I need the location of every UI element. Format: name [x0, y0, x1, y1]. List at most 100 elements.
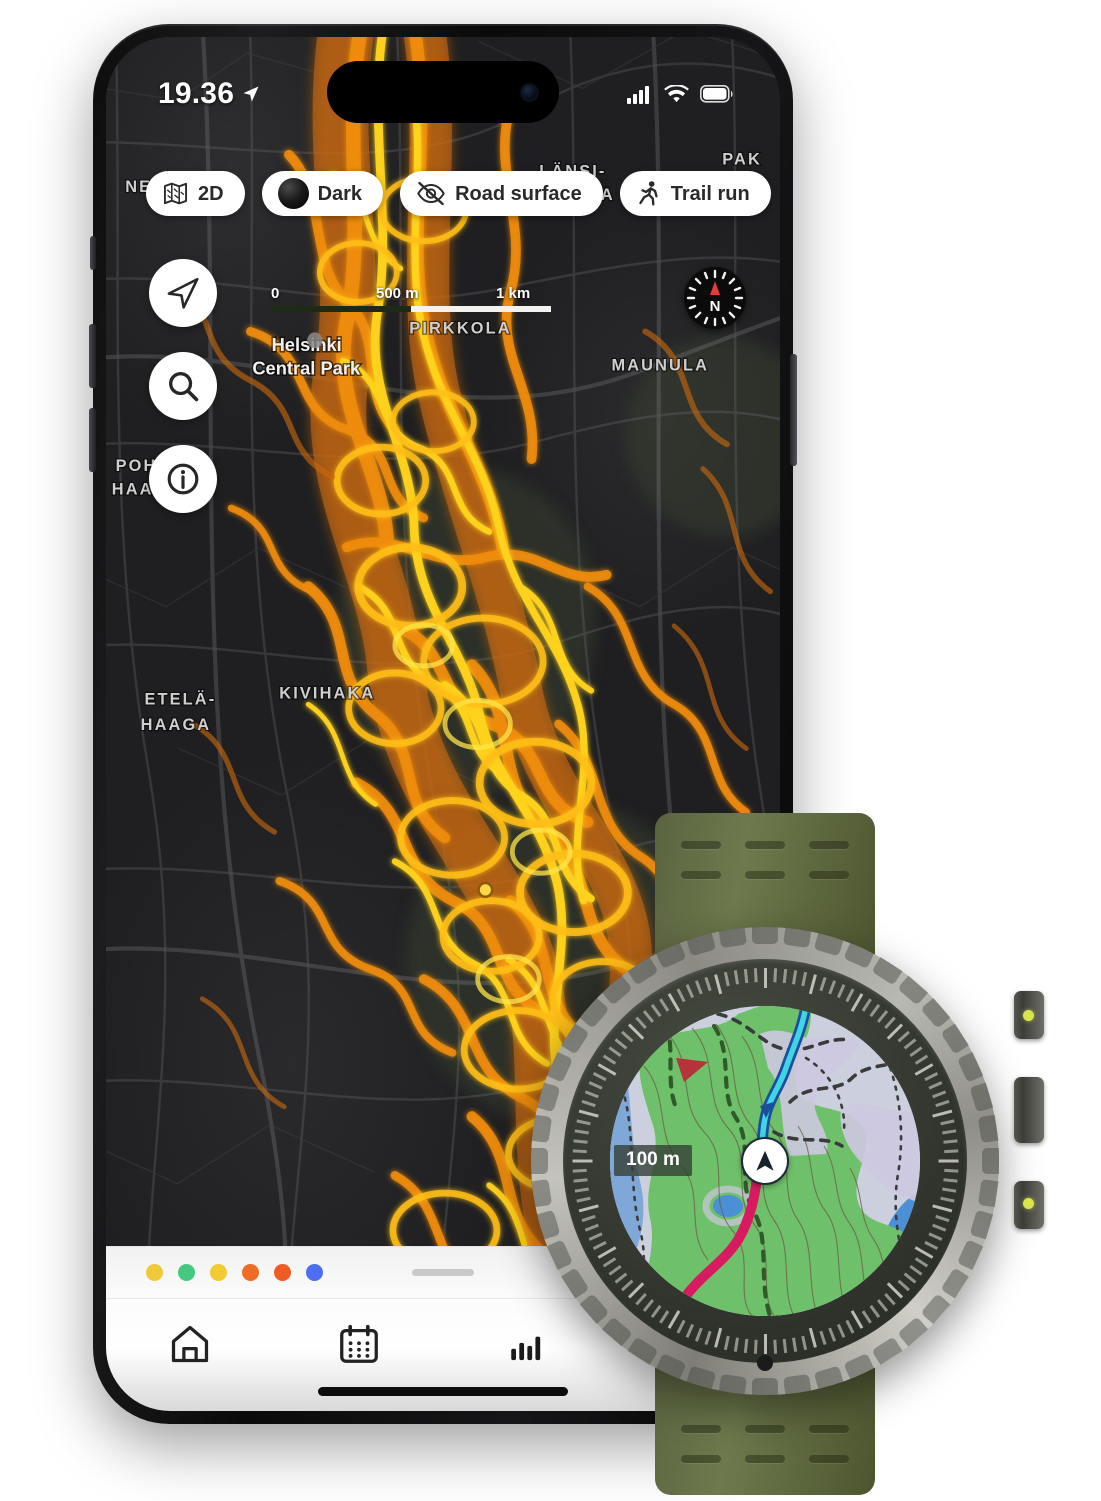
case-notch	[940, 1267, 969, 1299]
sheet-grabber-handle[interactable]	[412, 1269, 474, 1276]
bezel-tick	[572, 1178, 588, 1183]
bezel-tick	[575, 1196, 591, 1203]
map-control-buttons[interactable]	[149, 259, 217, 513]
bezel-tick	[844, 988, 854, 1003]
bezel-tick	[694, 1327, 703, 1342]
chip-label: Road surface	[455, 182, 582, 205]
bezel-tick	[800, 1335, 807, 1351]
compass-widget[interactable]: N	[684, 267, 746, 329]
bezel-tick	[578, 1109, 599, 1118]
bezel-tick	[703, 1330, 712, 1346]
color-dot[interactable]	[146, 1264, 163, 1281]
phone-power-button[interactable]	[790, 354, 797, 466]
case-notch	[579, 997, 610, 1029]
bezel-tick	[923, 1240, 938, 1250]
bezel-tick	[836, 1323, 845, 1338]
case-notch	[977, 1114, 999, 1143]
phone-silent-switch[interactable]	[90, 236, 96, 270]
color-dot[interactable]	[178, 1264, 195, 1281]
bezel-tick	[572, 1168, 587, 1173]
case-notch	[920, 1293, 951, 1325]
map-scale-bar: 0 500 m 1 km	[271, 285, 551, 312]
case-notch	[531, 1148, 548, 1174]
tab-calendar[interactable]	[275, 1321, 444, 1367]
color-dot[interactable]	[242, 1264, 259, 1281]
bezel-tick	[685, 1323, 694, 1338]
color-dot[interactable]	[210, 1264, 227, 1281]
color-dot[interactable]	[306, 1264, 323, 1281]
case-notch	[546, 1051, 574, 1083]
bezel-tick	[592, 1072, 607, 1082]
bezel-tick	[931, 1204, 952, 1213]
bezel-tick	[584, 1223, 599, 1232]
map-info-button[interactable]	[149, 445, 217, 513]
bezel-tick	[942, 1178, 958, 1183]
case-notch	[531, 1114, 553, 1143]
case-notch	[783, 927, 812, 949]
case-notch	[969, 1209, 994, 1240]
bezel-tick	[580, 1214, 596, 1223]
watch-scale-label: 100 m	[614, 1145, 692, 1176]
chip-label: Trail run	[670, 182, 750, 205]
watch-screen-map[interactable]: 100 m	[610, 1006, 920, 1316]
case-notch	[977, 1179, 999, 1208]
bezel-tick	[772, 968, 777, 983]
small-lake	[713, 1195, 743, 1217]
bezel-tick	[763, 968, 767, 988]
case-notch	[627, 1336, 659, 1365]
chip-trail-run[interactable]: Trail run	[619, 171, 771, 216]
case-notch	[601, 975, 633, 1006]
info-circle-icon	[167, 463, 199, 495]
case-notch	[982, 1148, 999, 1174]
bezel-tick	[753, 1339, 758, 1354]
map-filter-chip-row[interactable]: 2D Dark Road surface Trail run	[146, 171, 780, 216]
bezel-tick	[772, 1339, 777, 1354]
case-notch	[718, 927, 747, 949]
bezel-tick	[575, 1119, 591, 1126]
chip-2d[interactable]: 2D	[146, 171, 245, 216]
bezel-tick	[588, 1081, 603, 1090]
status-time: 19.36	[158, 77, 235, 110]
bezel-tick	[791, 970, 797, 985]
tab-home[interactable]	[106, 1321, 275, 1367]
watch-accent-dot	[1023, 1198, 1034, 1209]
search-button[interactable]	[149, 352, 217, 420]
bezel-tick	[578, 1204, 599, 1213]
case-notch	[579, 1293, 610, 1325]
bezel-tick	[931, 1109, 952, 1118]
eye-slash-icon	[417, 181, 445, 206]
color-dot[interactable]	[274, 1264, 291, 1281]
case-notch	[920, 997, 951, 1029]
chip-label: Dark	[317, 182, 363, 205]
phone-volume-up-button[interactable]	[89, 324, 96, 388]
watch-bottom-sensor	[757, 1355, 773, 1371]
search-icon	[169, 372, 199, 402]
chip-dark[interactable]: Dark	[261, 171, 384, 216]
bezel-tick	[818, 976, 827, 992]
scale-segment	[411, 306, 551, 312]
locate-me-button[interactable]	[149, 259, 217, 327]
bezel-tick	[753, 968, 758, 983]
bezel-tick	[827, 980, 836, 995]
bezel-tick	[723, 971, 730, 987]
bezel-tick	[934, 1099, 950, 1108]
phone-volume-down-button[interactable]	[89, 408, 96, 472]
bezel-tick	[939, 1196, 955, 1203]
watch-button-middle[interactable]	[1014, 1077, 1044, 1143]
wifi-icon	[664, 84, 689, 102]
scale-end: 1 km	[496, 285, 531, 302]
case-notch	[897, 975, 929, 1006]
case-notch	[871, 957, 903, 986]
bezel-tick	[703, 976, 712, 992]
map-fold-icon	[163, 182, 188, 205]
bezel-tick	[931, 1090, 946, 1099]
chip-road-surface[interactable]: Road surface	[400, 171, 603, 216]
bezel-tick	[588, 1232, 603, 1241]
bezel-tick	[743, 1338, 748, 1354]
bezel-tick	[934, 1214, 950, 1223]
case-notch	[956, 1051, 984, 1083]
bezel-tick	[763, 1334, 767, 1354]
running-person-icon	[639, 181, 658, 206]
bezel-tick	[818, 1330, 827, 1346]
calendar-icon	[339, 1324, 378, 1363]
